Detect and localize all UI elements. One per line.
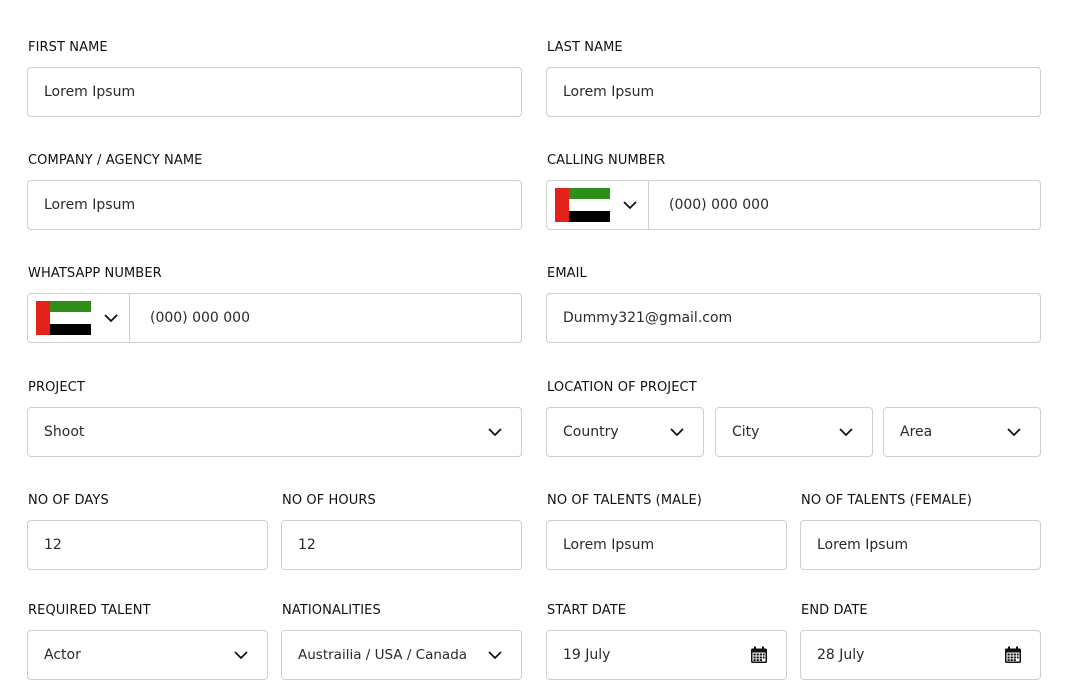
calling-country-selector[interactable] <box>547 181 649 229</box>
project-select[interactable]: Shoot <box>27 407 522 457</box>
company-label: COMPANY / AGENCY NAME <box>28 153 203 168</box>
company-value: Lorem Ipsum <box>44 197 136 213</box>
email-field[interactable]: Dummy321@gmail.com <box>546 293 1041 343</box>
calling-number-label: CALLING NUMBER <box>547 153 666 168</box>
start-date-value: 19 July <box>563 647 611 663</box>
no-of-hours-value: 12 <box>298 537 316 553</box>
email-value: Dummy321@gmail.com <box>563 310 733 326</box>
end-date-value: 28 July <box>817 647 865 663</box>
talents-male-value: Lorem Ipsum <box>563 537 655 553</box>
uae-flag-icon <box>555 188 610 222</box>
email-label: EMAIL <box>547 266 587 281</box>
talents-female-label: NO OF TALENTS (FEMALE) <box>801 493 972 508</box>
no-of-days-label: NO OF DAYS <box>28 493 109 508</box>
no-of-hours-field[interactable]: 12 <box>281 520 522 570</box>
first-name-field[interactable]: Lorem Ipsum <box>27 67 522 117</box>
end-date-label: END DATE <box>801 603 868 618</box>
first-name-label: FIRST NAME <box>28 40 108 55</box>
talents-female-value: Lorem Ipsum <box>817 537 909 553</box>
talents-male-label: NO OF TALENTS (MALE) <box>547 493 702 508</box>
project-label: PROJECT <box>28 380 85 395</box>
no-of-hours-label: NO OF HOURS <box>282 493 376 508</box>
nationalities-select[interactable]: Austrailia / USA / Canada <box>281 630 522 680</box>
chevron-down-icon <box>488 651 502 659</box>
area-value: Area <box>900 424 933 440</box>
chevron-down-icon <box>623 201 637 209</box>
start-date-label: START DATE <box>547 603 627 618</box>
calling-number-input[interactable]: (000) 000 000 <box>649 197 1040 213</box>
chevron-down-icon <box>670 428 684 436</box>
city-value: City <box>732 424 760 440</box>
end-date-field[interactable]: 28 July <box>800 630 1041 680</box>
uae-flag-icon <box>36 301 91 335</box>
talents-male-field[interactable]: Lorem Ipsum <box>546 520 787 570</box>
first-name-value: Lorem Ipsum <box>44 84 136 100</box>
start-date-field[interactable]: 19 July <box>546 630 787 680</box>
no-of-days-field[interactable]: 12 <box>27 520 268 570</box>
country-value: Country <box>563 424 619 440</box>
required-talent-label: REQUIRED TALENT <box>28 603 151 618</box>
project-value: Shoot <box>44 424 85 440</box>
whatsapp-number-input[interactable]: (000) 000 000 <box>130 310 521 326</box>
area-select[interactable]: Area <box>883 407 1041 457</box>
country-select[interactable]: Country <box>546 407 704 457</box>
company-field[interactable]: Lorem Ipsum <box>27 180 522 230</box>
talents-female-field[interactable]: Lorem Ipsum <box>800 520 1041 570</box>
whatsapp-number-label: WHATSAPP NUMBER <box>28 266 162 281</box>
nationalities-value: Austrailia / USA / Canada <box>298 647 468 663</box>
required-talent-select[interactable]: Actor <box>27 630 268 680</box>
city-select[interactable]: City <box>715 407 873 457</box>
required-talent-value: Actor <box>44 647 81 663</box>
calendar-icon[interactable] <box>1004 646 1022 664</box>
whatsapp-country-selector[interactable] <box>28 294 130 342</box>
chevron-down-icon <box>234 651 248 659</box>
chevron-down-icon <box>488 428 502 436</box>
last-name-field[interactable]: Lorem Ipsum <box>546 67 1041 117</box>
location-label: LOCATION OF PROJECT <box>547 380 697 395</box>
calendar-icon[interactable] <box>750 646 768 664</box>
chevron-down-icon <box>839 428 853 436</box>
calling-number-field: (000) 000 000 <box>546 180 1041 230</box>
last-name-value: Lorem Ipsum <box>563 84 655 100</box>
nationalities-label: NATIONALITIES <box>282 603 381 618</box>
chevron-down-icon <box>104 314 118 322</box>
whatsapp-number-field: (000) 000 000 <box>27 293 522 343</box>
chevron-down-icon <box>1007 428 1021 436</box>
no-of-days-value: 12 <box>44 537 62 553</box>
last-name-label: LAST NAME <box>547 40 623 55</box>
